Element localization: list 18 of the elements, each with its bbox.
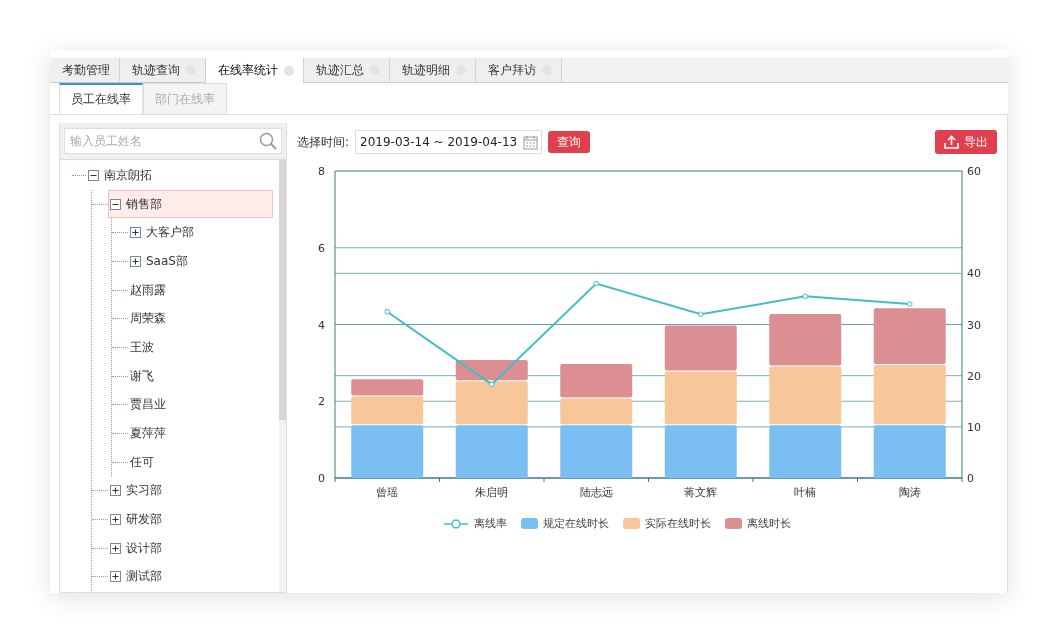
category-label: 朱启明 xyxy=(475,486,509,499)
axis-label: 40 xyxy=(967,267,981,281)
category-label: 蒋文辉 xyxy=(684,486,718,499)
category-label: 曾瑶 xyxy=(376,486,399,499)
axis-label: 60 xyxy=(967,165,981,178)
date-label: 选择时间: xyxy=(297,133,350,151)
axis-label: 0 xyxy=(967,472,974,485)
axis-label: 6 xyxy=(318,241,325,255)
category-label: 叶楠 xyxy=(794,486,817,499)
axis-label: 30 xyxy=(967,318,981,332)
axis-label: 0 xyxy=(318,472,325,485)
axis-label: 8 xyxy=(318,165,325,178)
axis-label: 4 xyxy=(318,318,325,332)
category-label: 陶涛 xyxy=(898,486,921,499)
axis-label: 2 xyxy=(318,395,325,409)
category-label: 陆志远 xyxy=(579,486,613,499)
axis-label: 10 xyxy=(967,420,981,434)
axis-label: 20 xyxy=(967,369,981,383)
